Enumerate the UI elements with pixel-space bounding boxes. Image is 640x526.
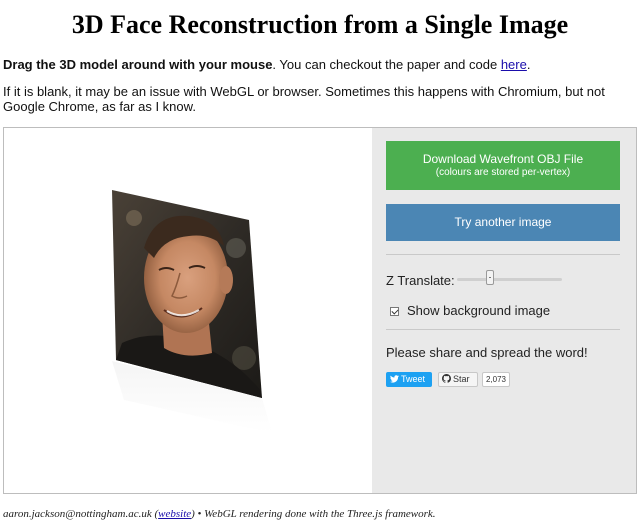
intro-text: . You can checkout the paper and code xyxy=(272,57,501,72)
download-label: Download Wavefront OBJ File xyxy=(422,152,584,166)
github-icon xyxy=(442,374,451,383)
star-count[interactable]: 2,073 xyxy=(482,372,510,387)
share-text: Please share and spread the word! xyxy=(386,345,588,360)
viewer-container: Download Wavefront OBJ File (colours are… xyxy=(3,127,637,494)
website-link[interactable]: website xyxy=(158,508,191,520)
z-translate-slider-handle[interactable] xyxy=(486,270,495,285)
show-background-option[interactable]: Show background image xyxy=(390,303,550,318)
control-panel: Download Wavefront OBJ File (colours are… xyxy=(372,128,636,493)
tweet-button[interactable]: Tweet xyxy=(386,372,432,387)
z-translate-slider[interactable] xyxy=(457,278,562,281)
twitter-bird-icon xyxy=(390,375,399,383)
footer-email: aaron.jackson@nottingham.ac.uk ( xyxy=(3,508,159,520)
star-label: Star xyxy=(453,374,470,384)
webgl-note: If it is blank, it may be an issue with … xyxy=(3,84,605,114)
webgl-canvas[interactable] xyxy=(4,128,371,493)
intro-bold: Drag the 3D model around with your mouse xyxy=(3,57,273,72)
download-sublabel: (colours are stored per-vertex) xyxy=(435,167,571,178)
tweet-label: Tweet xyxy=(401,374,426,384)
show-background-checkbox[interactable] xyxy=(390,307,399,316)
download-obj-button[interactable]: Download Wavefront OBJ File (colours are… xyxy=(386,141,620,190)
intro-end: . xyxy=(526,57,531,72)
face-model-render[interactable] xyxy=(4,128,371,493)
github-star-button[interactable]: Star xyxy=(438,372,478,387)
intro-paragraph: Drag the 3D model around with your mouse… xyxy=(3,57,637,73)
divider xyxy=(386,329,620,330)
footer-credits: ) • WebGL rendering done with the Three.… xyxy=(191,508,436,520)
show-background-label: Show background image xyxy=(407,303,551,318)
page-title: 3D Face Reconstruction from a Single Ima… xyxy=(71,10,569,39)
try-another-image-button[interactable]: Try another image xyxy=(386,204,620,241)
divider xyxy=(386,254,620,255)
paper-code-link[interactable]: here xyxy=(501,57,527,72)
z-translate-label: Z Translate: xyxy=(386,273,455,288)
footer: aaron.jackson@nottingham.ac.uk (website)… xyxy=(3,508,436,520)
